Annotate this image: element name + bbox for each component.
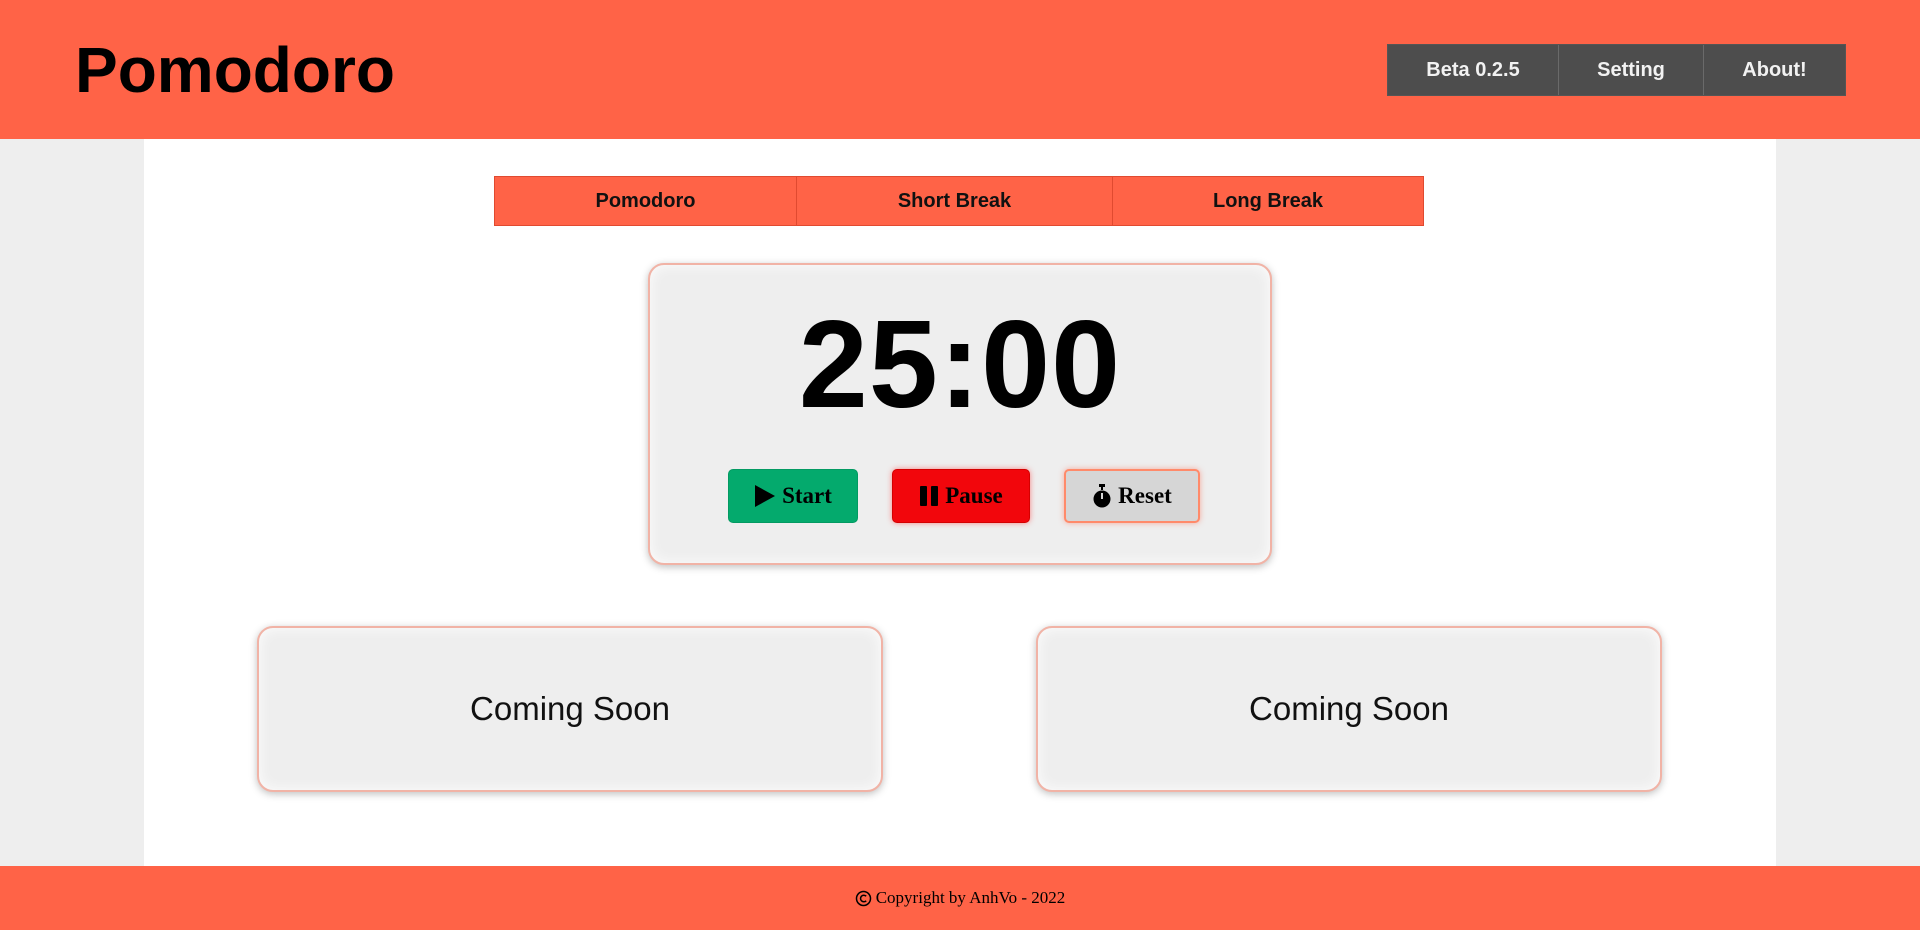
start-label: Start	[782, 483, 832, 508]
coming-soon-panel: Coming Soon	[1036, 626, 1662, 792]
app-title: Pomodoro	[75, 34, 395, 106]
about-button[interactable]: About!	[1704, 45, 1845, 95]
pause-icon	[919, 485, 939, 507]
copyright-icon	[855, 890, 872, 907]
tab-long-break[interactable]: Long Break	[1113, 177, 1423, 225]
coming-soon-panel: Coming Soon	[257, 626, 883, 792]
mode-tabs: Pomodoro Short Break Long Break	[494, 176, 1424, 226]
pause-label: Pause	[945, 483, 1003, 508]
stopwatch-icon	[1092, 484, 1112, 508]
pause-button[interactable]: Pause	[892, 469, 1030, 523]
tab-pomodoro[interactable]: Pomodoro	[495, 177, 797, 225]
reset-label: Reset	[1118, 483, 1172, 508]
setting-button[interactable]: Setting	[1559, 45, 1704, 95]
reset-button[interactable]: Reset	[1064, 469, 1200, 523]
main-content: Pomodoro Short Break Long Break 25:00 St…	[144, 139, 1776, 866]
app-header: Pomodoro Beta 0.2.5 Setting About!	[0, 0, 1920, 139]
tab-short-break[interactable]: Short Break	[797, 177, 1113, 225]
top-nav: Beta 0.2.5 Setting About!	[1387, 44, 1846, 96]
footer: Copyright by AnhVo - 2022	[0, 866, 1920, 930]
beta-version-button[interactable]: Beta 0.2.5	[1388, 45, 1559, 95]
timer-card: 25:00 Start Pause Reset	[648, 263, 1272, 565]
timer-display: 25:00	[798, 296, 1122, 434]
play-icon	[754, 484, 776, 508]
start-button[interactable]: Start	[728, 469, 858, 523]
copyright-text: Copyright by AnhVo - 2022	[875, 888, 1066, 907]
